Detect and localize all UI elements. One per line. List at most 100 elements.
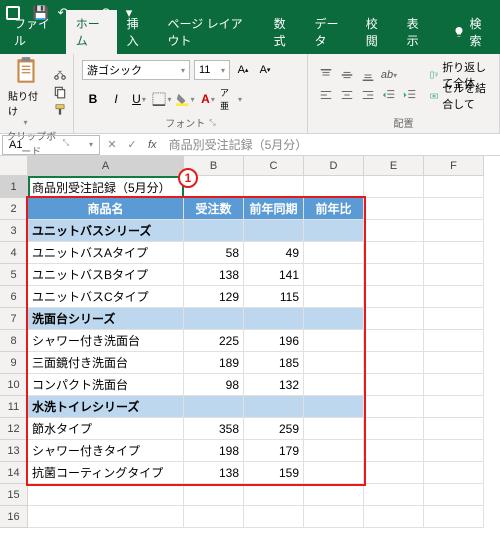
column-header[interactable]: E [364,156,424,176]
row-header[interactable]: 1 [0,176,28,198]
phonetic-button[interactable]: ア亜▾ [220,88,242,110]
cell[interactable] [364,462,424,484]
decrease-indent-icon[interactable] [379,86,399,104]
cell[interactable] [244,176,304,198]
cell[interactable] [364,352,424,374]
font-color-button[interactable]: A▾ [197,88,219,110]
cell[interactable] [304,242,364,264]
tab-insert[interactable]: 挿入 [117,10,158,54]
worksheet-grid[interactable]: A B C D E F 1商品別受注記録（5月分）2商品名受注数前年同期前年比3… [0,156,500,528]
cell[interactable] [424,176,484,198]
column-header[interactable]: F [424,156,484,176]
cell[interactable]: 抗菌コーティングタイプ [28,462,184,484]
cell[interactable]: シャワー付きタイプ [28,440,184,462]
row-header[interactable]: 10 [0,374,28,396]
row-header[interactable]: 11 [0,396,28,418]
cell[interactable] [184,308,244,330]
cell[interactable] [184,396,244,418]
cell[interactable] [364,440,424,462]
cell[interactable] [304,462,364,484]
cell[interactable] [424,198,484,220]
row-header[interactable]: 16 [0,506,28,528]
cell[interactable]: 185 [244,352,304,374]
increase-font-icon[interactable]: A▴ [234,61,252,79]
align-bottom-icon[interactable] [358,66,378,84]
cell[interactable]: 三面鏡付き洗面台 [28,352,184,374]
cell[interactable] [364,220,424,242]
cell[interactable] [364,374,424,396]
cell[interactable]: 198 [184,440,244,462]
cell[interactable] [364,330,424,352]
cell[interactable] [364,396,424,418]
align-right-icon[interactable] [358,86,378,104]
fill-color-button[interactable]: ▾ [174,88,196,110]
cell[interactable] [304,330,364,352]
cell[interactable] [424,374,484,396]
align-center-icon[interactable] [337,86,357,104]
cell[interactable] [424,330,484,352]
cell[interactable] [424,242,484,264]
cell[interactable] [364,176,424,198]
row-header[interactable]: 13 [0,440,28,462]
cell[interactable]: 196 [244,330,304,352]
table-header[interactable]: 商品名 [28,198,184,220]
cell[interactable]: 259 [244,418,304,440]
format-painter-icon[interactable] [51,102,69,118]
cell[interactable] [304,506,364,528]
cell[interactable] [304,374,364,396]
formula-input[interactable]: 商品別受注記録（5月分） [163,136,308,153]
tab-search[interactable]: 検索 [443,10,500,54]
category-cell[interactable]: 水洗トイレシリーズ [28,396,184,418]
cell[interactable] [424,220,484,242]
cell[interactable]: コンパクト洗面台 [28,374,184,396]
cell[interactable]: 141 [244,264,304,286]
cell[interactable] [424,352,484,374]
cell[interactable]: 225 [184,330,244,352]
cell[interactable] [424,506,484,528]
row-header[interactable]: 6 [0,286,28,308]
enter-icon[interactable]: ✓ [122,135,142,155]
cancel-icon[interactable]: ✕ [102,135,122,155]
cell[interactable]: 49 [244,242,304,264]
row-header[interactable]: 8 [0,330,28,352]
bold-button[interactable]: B [82,88,104,110]
tab-view[interactable]: 表示 [397,10,438,54]
row-header[interactable]: 15 [0,484,28,506]
cell[interactable] [304,484,364,506]
cell[interactable]: 98 [184,374,244,396]
row-header[interactable]: 9 [0,352,28,374]
row-header[interactable]: 2 [0,198,28,220]
table-header[interactable]: 前年比 [304,198,364,220]
table-header[interactable]: 受注数 [184,198,244,220]
cell[interactable] [304,352,364,374]
category-cell[interactable]: 洗面台シリーズ [28,308,184,330]
font-name-dropdown[interactable]: 游ゴシック▾ [82,60,190,80]
cell[interactable] [304,418,364,440]
tab-review[interactable]: 校閲 [356,10,397,54]
category-cell[interactable]: ユニットバスシリーズ [28,220,184,242]
cell[interactable] [424,418,484,440]
row-header[interactable]: 12 [0,418,28,440]
cell[interactable]: 58 [184,242,244,264]
cell[interactable] [364,418,424,440]
cell[interactable]: シャワー付き洗面台 [28,330,184,352]
fx-icon[interactable]: fx [148,139,157,151]
cell[interactable] [364,264,424,286]
cell[interactable] [424,484,484,506]
cell[interactable] [424,264,484,286]
cell[interactable]: 129 [184,286,244,308]
column-header[interactable]: D [304,156,364,176]
cell[interactable] [304,176,364,198]
decrease-font-icon[interactable]: A▾ [256,61,274,79]
row-header[interactable]: 7 [0,308,28,330]
cell[interactable] [364,308,424,330]
cell[interactable] [304,264,364,286]
orientation-icon[interactable]: ab▾ [379,66,399,84]
tab-home[interactable]: ホーム [66,10,117,54]
cell[interactable]: 358 [184,418,244,440]
cell[interactable] [244,506,304,528]
align-top-icon[interactable] [316,66,336,84]
italic-button[interactable]: I [105,88,127,110]
cell[interactable] [364,198,424,220]
cell[interactable] [364,506,424,528]
